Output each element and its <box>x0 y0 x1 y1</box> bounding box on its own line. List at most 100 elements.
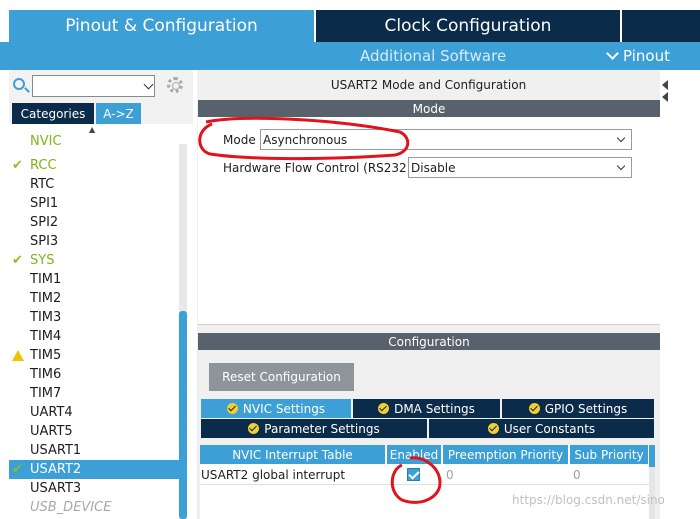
collapse-arrow-icon[interactable] <box>662 80 668 90</box>
warning-icon <box>12 350 24 361</box>
tab-overflow[interactable] <box>622 10 700 42</box>
list-item[interactable]: USART1 <box>9 441 179 460</box>
reset-configuration-button[interactable]: Reset Configuration <box>209 363 354 391</box>
list-item[interactable]: SPI3 <box>9 232 179 251</box>
collapse-arrow-icon[interactable] <box>662 92 668 102</box>
list-item-label: TIM4 <box>30 329 62 344</box>
flow-control-label: Hardware Flow Control (RS232) <box>223 161 412 175</box>
chevron-down-icon <box>616 133 626 143</box>
view-tabs: Categories A->Z <box>9 102 193 124</box>
tab-user-constants[interactable]: User Constants <box>429 419 654 438</box>
tab-clock-configuration[interactable]: Clock Configuration <box>316 10 620 42</box>
mode-select[interactable]: Asynchronous <box>260 129 632 150</box>
list-item-label: TIM5 <box>30 348 62 363</box>
check-icon: ✔ <box>12 158 23 173</box>
check-circle-icon <box>378 403 390 414</box>
mode-select-value: Asynchronous <box>263 132 348 147</box>
pinout-menu[interactable]: Pinout <box>606 47 670 65</box>
list-item[interactable]: SPI1 <box>9 194 179 213</box>
check-icon: ✔ <box>12 253 23 268</box>
flow-control-select-value: Disable <box>411 160 456 175</box>
list-item-label: USART3 <box>30 481 82 496</box>
list-item-label: SPI3 <box>30 234 59 249</box>
tab-dma-settings[interactable]: DMA Settings <box>353 399 500 418</box>
column-header-enabled[interactable]: Enabled <box>387 445 442 464</box>
additional-software-menu[interactable]: Additional Software <box>360 47 506 65</box>
list-item[interactable]: ✔ RCC <box>9 156 179 175</box>
tab-label: GPIO Settings <box>544 401 628 416</box>
flow-control-select[interactable]: Disable <box>408 157 632 178</box>
list-item[interactable]: SPI2 <box>9 213 179 232</box>
mode-label: Mode <box>223 133 256 147</box>
list-item[interactable]: TIM5 <box>9 346 179 365</box>
table-scrollbar[interactable] <box>649 445 655 519</box>
configuration-section-header: Configuration <box>198 333 660 350</box>
list-item-label: TIM6 <box>30 367 62 382</box>
list-item[interactable]: USART3 <box>9 479 179 498</box>
list-item[interactable]: TIM7 <box>9 384 179 403</box>
column-header-preemption[interactable]: Preemption Priority <box>443 445 569 464</box>
list-item-label: RCC <box>30 158 57 173</box>
watermark: https://blog.csdn.net/sino <box>512 493 665 507</box>
table-cell-interrupt-name: USART2 global interrupt <box>201 465 387 485</box>
list-item[interactable]: UART5 <box>9 422 179 441</box>
gear-icon[interactable] <box>167 77 183 93</box>
check-circle-icon <box>248 423 260 434</box>
list-item-label: UART4 <box>30 405 73 420</box>
nvic-interrupt-table: NVIC Interrupt Table Enabled Preemption … <box>200 445 655 519</box>
enabled-checkbox[interactable] <box>407 468 420 481</box>
mode-section-header: Mode <box>198 100 660 117</box>
list-item[interactable]: UART4 <box>9 403 179 422</box>
list-item-label: TIM2 <box>30 291 62 306</box>
chevron-down-icon <box>606 47 619 60</box>
list-item-label: TIM3 <box>30 310 62 325</box>
list-item[interactable]: TIM4 <box>9 327 179 346</box>
tab-pinout-configuration[interactable]: Pinout & Configuration <box>9 10 314 42</box>
list-item[interactable]: ✔ USART2 <box>9 460 179 479</box>
list-item[interactable]: USB_DEVICE <box>9 498 179 517</box>
list-item-label: USB_DEVICE <box>30 500 112 515</box>
table-cell-sub-priority[interactable]: 0 <box>570 465 649 485</box>
list-item[interactable]: TIM3 <box>9 308 179 327</box>
search-row <box>9 70 193 102</box>
column-header-interrupt[interactable]: NVIC Interrupt Table <box>200 445 386 464</box>
list-item[interactable]: NVIC <box>9 132 179 151</box>
tab-categories[interactable]: Categories <box>12 103 94 124</box>
tab-parameter-settings[interactable]: Parameter Settings <box>201 419 427 438</box>
list-item-label: USART1 <box>30 443 82 458</box>
tab-nvic-settings[interactable]: NVIC Settings <box>201 399 351 418</box>
search-icon[interactable] <box>13 78 25 90</box>
list-item-label: RTC <box>30 177 55 192</box>
list-item-label: TIM7 <box>30 386 62 401</box>
list-scrollbar[interactable] <box>179 144 187 519</box>
list-item[interactable]: ✔ SYS <box>9 251 179 270</box>
tab-label: User Constants <box>503 421 596 436</box>
list-item-label: USART2 <box>30 462 82 477</box>
search-input[interactable] <box>32 75 155 97</box>
table-cell-preemption[interactable]: 0 <box>443 465 570 485</box>
list-item-label: SPI1 <box>30 196 59 211</box>
mode-section: Mode Asynchronous Hardware Flow Control … <box>198 117 660 325</box>
tab-label: Parameter Settings <box>264 421 380 436</box>
column-header-sub-priority[interactable]: Sub Priority <box>570 445 649 464</box>
list-item[interactable]: TIM1 <box>9 270 179 289</box>
right-panel: USART2 Mode and Configuration Mode Mode … <box>197 70 660 519</box>
list-scrollbar-thumb[interactable] <box>179 311 187 519</box>
pinout-menu-label: Pinout <box>623 47 670 65</box>
main-tab-bar: Pinout & Configuration Clock Configurati… <box>0 0 700 42</box>
check-circle-icon <box>528 403 540 414</box>
list-item-label: SPI2 <box>30 215 59 230</box>
list-item[interactable]: RTC <box>9 175 179 194</box>
list-item-label: TIM1 <box>30 272 62 287</box>
tab-a-z[interactable]: A->Z <box>96 103 141 124</box>
right-gutter <box>660 70 700 519</box>
list-item-label: UART5 <box>30 424 73 439</box>
table-scrollbar-thumb[interactable] <box>649 445 655 467</box>
check-circle-icon <box>226 403 238 414</box>
tab-gpio-settings[interactable]: GPIO Settings <box>502 399 654 418</box>
list-item-label: NVIC <box>30 134 62 149</box>
list-item[interactable]: TIM2 <box>9 289 179 308</box>
left-panel: Categories A->Z ▲ NVIC ✔ RCC RTC SPI1 SPI2 SPI… <box>9 70 193 519</box>
list-item[interactable]: TIM6 <box>9 365 179 384</box>
sub-menu-bar: Additional Software Pinout <box>0 42 700 70</box>
